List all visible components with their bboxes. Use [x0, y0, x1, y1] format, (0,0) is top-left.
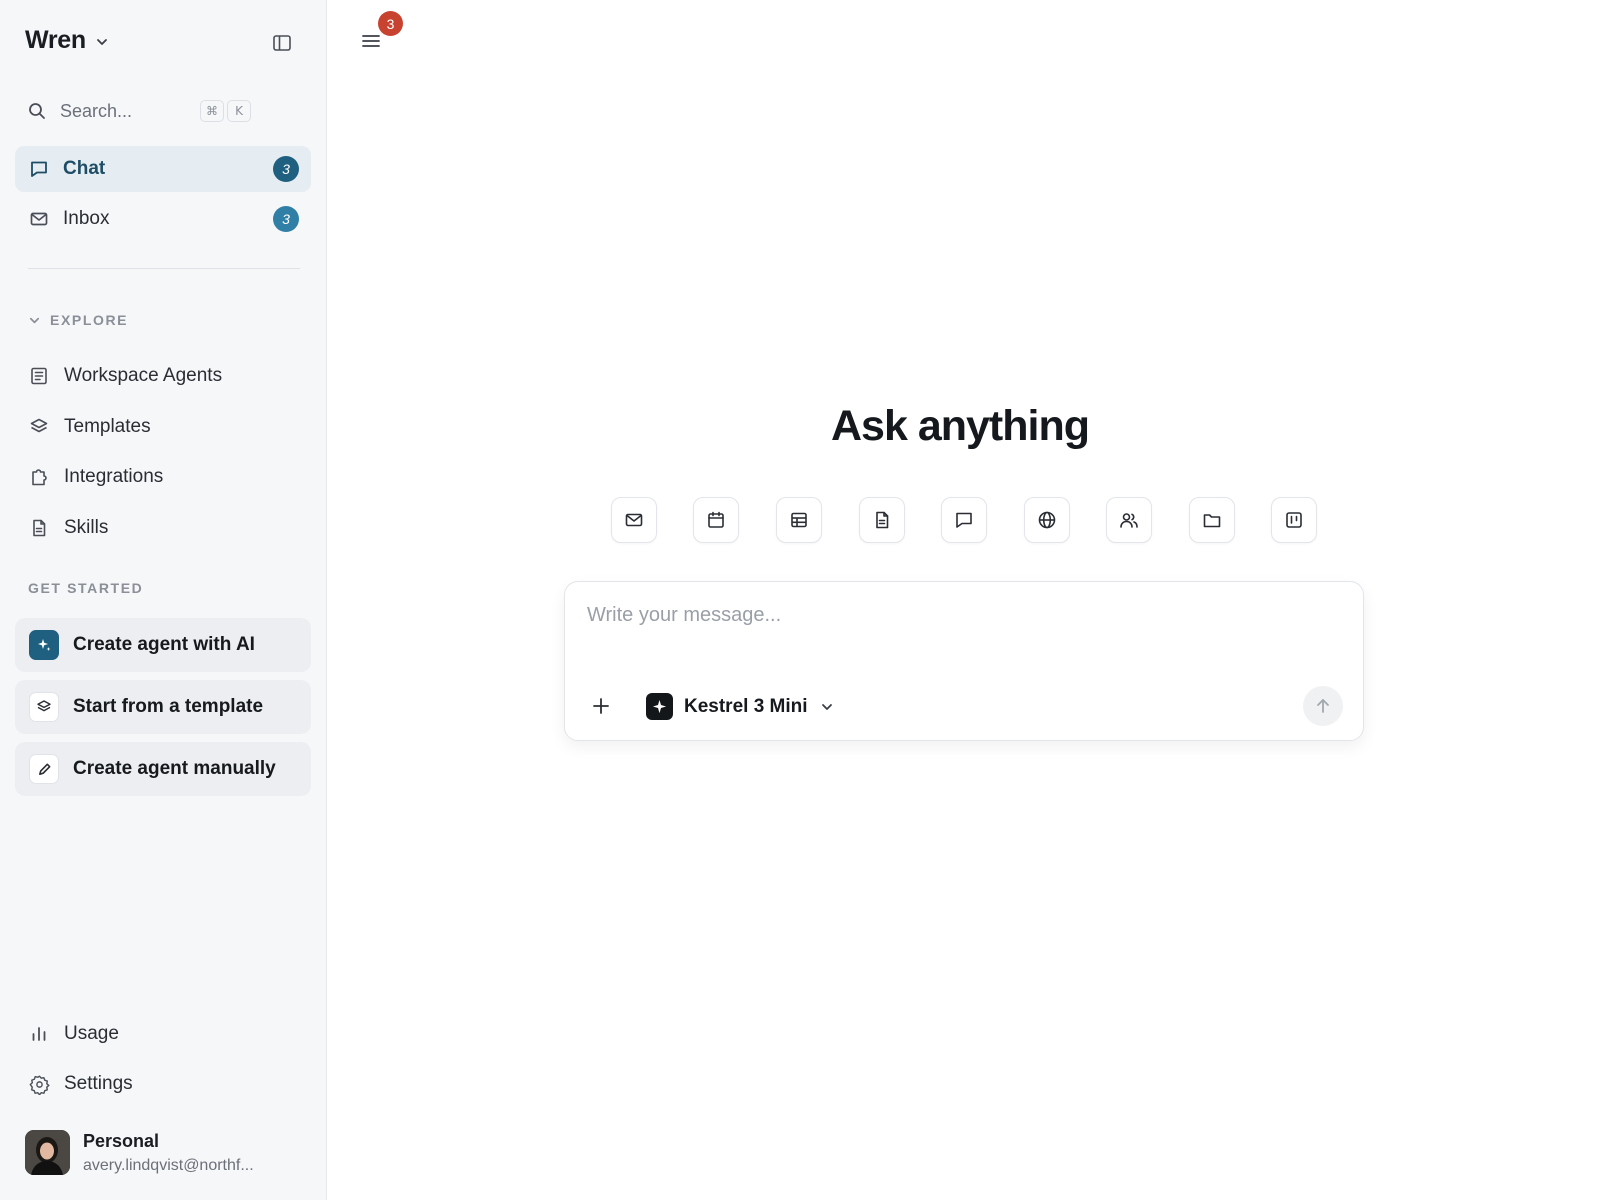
- search-placeholder: Search...: [60, 100, 133, 121]
- avatar: [25, 1130, 70, 1175]
- folder-icon: [1202, 510, 1222, 530]
- card-label: Start from a template: [73, 696, 264, 717]
- globe-icon: [1037, 510, 1057, 530]
- layers-icon: [28, 416, 50, 438]
- card-label: Create agent manually: [73, 758, 276, 779]
- card-label: Create agent with AI: [73, 634, 255, 655]
- sidebar-item-label: Templates: [64, 416, 151, 437]
- sidebar-panel-icon: [272, 33, 292, 53]
- notification-badge: 3: [378, 11, 403, 36]
- model-sparkle-icon: [646, 693, 673, 720]
- explore-section-toggle[interactable]: EXPLORE: [28, 312, 128, 328]
- chevron-down-icon: [28, 314, 41, 327]
- sidebar-item-usage[interactable]: Usage: [28, 1020, 119, 1048]
- plus-icon: [591, 696, 611, 716]
- get-started-section: GET STARTED: [28, 580, 143, 598]
- model-name: Kestrel 3 Mini: [684, 695, 808, 717]
- document-icon: [28, 517, 50, 539]
- quick-action-chat[interactable]: [941, 497, 987, 543]
- create-agent-ai-button[interactable]: Create agent with AI: [15, 618, 311, 672]
- message-composer: Kestrel 3 Mini: [564, 581, 1364, 741]
- shortcut-key-cmd: ⌘: [200, 100, 224, 122]
- sidebar-item-label: Inbox: [63, 208, 110, 229]
- sidebar-item-label: Workspace Agents: [64, 365, 223, 386]
- gear-icon: [28, 1073, 50, 1095]
- profile-email: avery.lindqvist@northf...: [83, 1156, 254, 1174]
- start-from-template-button[interactable]: Start from a template: [15, 680, 311, 734]
- calendar-icon: [706, 510, 726, 530]
- sidebar-item-label: Chat: [63, 158, 106, 179]
- explore-section-title: EXPLORE: [50, 312, 129, 328]
- board-icon: [1284, 510, 1304, 530]
- users-icon: [1119, 510, 1139, 530]
- sidebar-item-templates[interactable]: Templates: [28, 413, 151, 441]
- layers-icon: [29, 692, 59, 722]
- sidebar-item-workspace-agents[interactable]: Workspace Agents: [28, 362, 222, 390]
- sidebar-toggle-button[interactable]: [270, 31, 294, 55]
- quick-action-table[interactable]: [776, 497, 822, 543]
- sparkle-icon: [29, 630, 59, 660]
- sidebar-item-label: Skills: [64, 517, 109, 538]
- quick-action-board[interactable]: [1271, 497, 1317, 543]
- create-agent-manually-button[interactable]: Create agent manually: [15, 742, 311, 796]
- send-button[interactable]: [1303, 686, 1343, 726]
- sidebar-divider: [28, 268, 300, 269]
- sidebar-item-label: Usage: [64, 1023, 119, 1044]
- sidebar-item-inbox[interactable]: Inbox 3: [15, 196, 311, 242]
- chat-count-badge: 3: [273, 156, 299, 182]
- bar-chart-icon: [28, 1023, 50, 1045]
- table-icon: [789, 510, 809, 530]
- chat-bubble-icon: [28, 158, 50, 180]
- profile-menu[interactable]: Personal avery.lindqvist@northf...: [25, 1130, 254, 1175]
- sidebar-item-integrations[interactable]: Integrations: [28, 463, 163, 491]
- inbox-count-badge: 3: [273, 206, 299, 232]
- get-started-title: GET STARTED: [28, 580, 144, 596]
- chevron-down-icon: [94, 32, 110, 50]
- mail-icon: [28, 208, 50, 230]
- model-selector[interactable]: Kestrel 3 Mini: [646, 693, 834, 720]
- brand-name: Wren: [25, 26, 86, 54]
- menu-button[interactable]: [360, 30, 386, 54]
- sidebar-item-skills[interactable]: Skills: [28, 514, 108, 542]
- shortcut-key-k: K: [227, 100, 251, 122]
- quick-action-calendar[interactable]: [693, 497, 739, 543]
- quick-action-web[interactable]: [1024, 497, 1070, 543]
- add-attachment-button[interactable]: [587, 692, 615, 720]
- search-bar[interactable]: Search... ⌘ K: [26, 97, 251, 125]
- quick-action-mail[interactable]: [611, 497, 657, 543]
- sidebar-item-chat[interactable]: Chat 3: [15, 146, 311, 192]
- quick-action-folder[interactable]: [1189, 497, 1235, 543]
- agents-icon: [28, 365, 50, 387]
- quick-action-document[interactable]: [859, 497, 905, 543]
- profile-name: Personal: [83, 1130, 160, 1151]
- pencil-icon: [29, 754, 59, 784]
- sidebar: Wren Search... ⌘ K Chat 3 Inbox 3 EXPLOR…: [0, 0, 327, 1200]
- sidebar-item-settings[interactable]: Settings: [28, 1070, 133, 1098]
- message-input[interactable]: [587, 604, 1327, 644]
- page-title: Ask anything: [831, 402, 1090, 450]
- chat-icon: [954, 510, 974, 530]
- search-icon: [26, 100, 48, 122]
- puzzle-icon: [28, 466, 50, 488]
- document-icon: [872, 510, 892, 530]
- quick-action-people[interactable]: [1106, 497, 1152, 543]
- mail-icon: [624, 510, 644, 530]
- arrow-up-icon: [1314, 697, 1332, 715]
- workspace-switcher[interactable]: Wren: [25, 26, 110, 55]
- chevron-down-icon: [820, 700, 834, 714]
- sidebar-item-label: Integrations: [64, 466, 164, 487]
- sidebar-item-label: Settings: [64, 1073, 133, 1094]
